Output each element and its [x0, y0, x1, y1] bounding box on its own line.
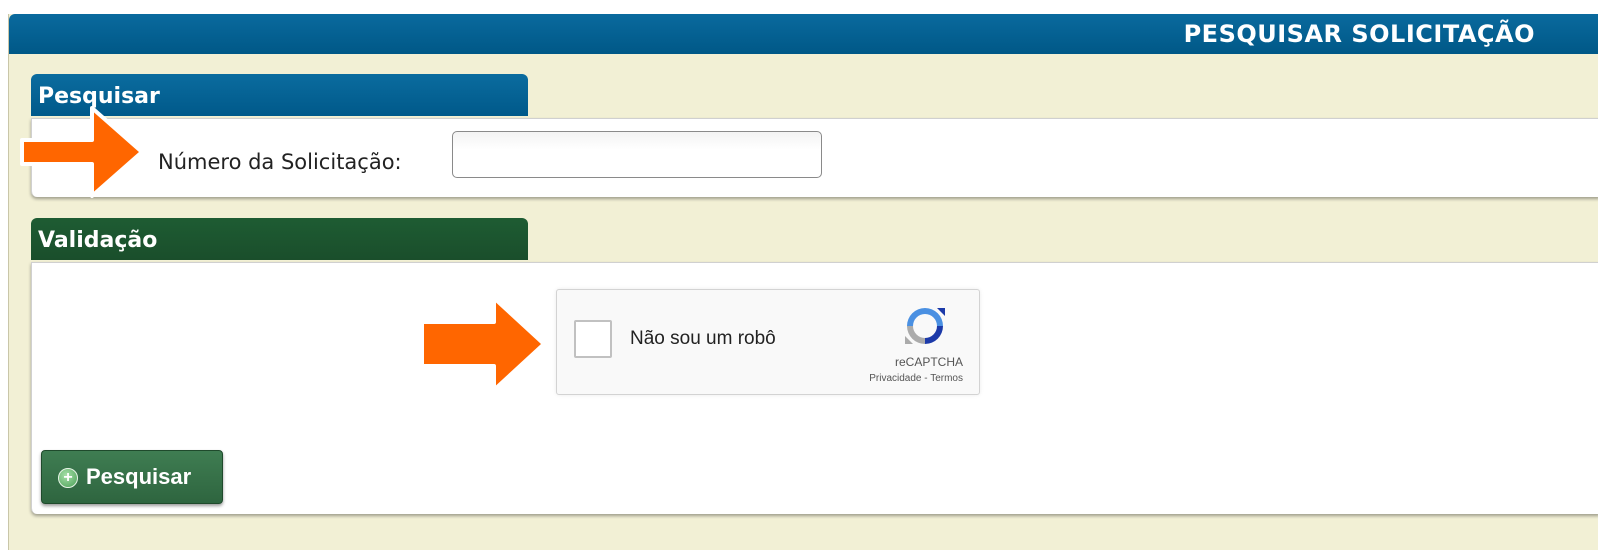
request-number-input[interactable]: [452, 131, 822, 178]
search-button[interactable]: + Pesquisar: [41, 450, 223, 504]
search-button-label: Pesquisar: [86, 464, 192, 489]
tab-validacao-label: Validação: [38, 228, 158, 253]
page-container: PESQUISAR SOLICITAÇÃO Pesquisar Número d…: [8, 14, 1598, 550]
search-panel: Número da Solicitação:: [31, 118, 1598, 197]
recaptcha-widget: Não sou um robô reCAPTCHA Privacidade - …: [556, 289, 980, 395]
recaptcha-privacy-link[interactable]: Privacidade: [869, 373, 921, 384]
annotation-arrow-icon: [20, 106, 144, 198]
recaptcha-link-separator: -: [921, 373, 931, 384]
annotation-arrow-icon: [420, 296, 546, 392]
tab-validacao: Validação: [31, 218, 528, 260]
recaptcha-label: Não sou um robô: [630, 328, 776, 349]
recaptcha-links: Privacidade - Termos: [869, 373, 963, 384]
recaptcha-logo-icon: [905, 308, 945, 344]
title-bar: PESQUISAR SOLICITAÇÃO: [9, 14, 1598, 54]
page-title: PESQUISAR SOLICITAÇÃO: [1183, 20, 1535, 48]
validation-panel: Não sou um robô reCAPTCHA Privacidade - …: [31, 262, 1598, 514]
recaptcha-brand: reCAPTCHA: [894, 355, 963, 369]
request-number-label: Número da Solicitação:: [158, 150, 402, 174]
recaptcha-terms-link[interactable]: Termos: [930, 373, 963, 384]
plus-icon: +: [58, 468, 78, 488]
recaptcha-checkbox[interactable]: [574, 320, 612, 358]
